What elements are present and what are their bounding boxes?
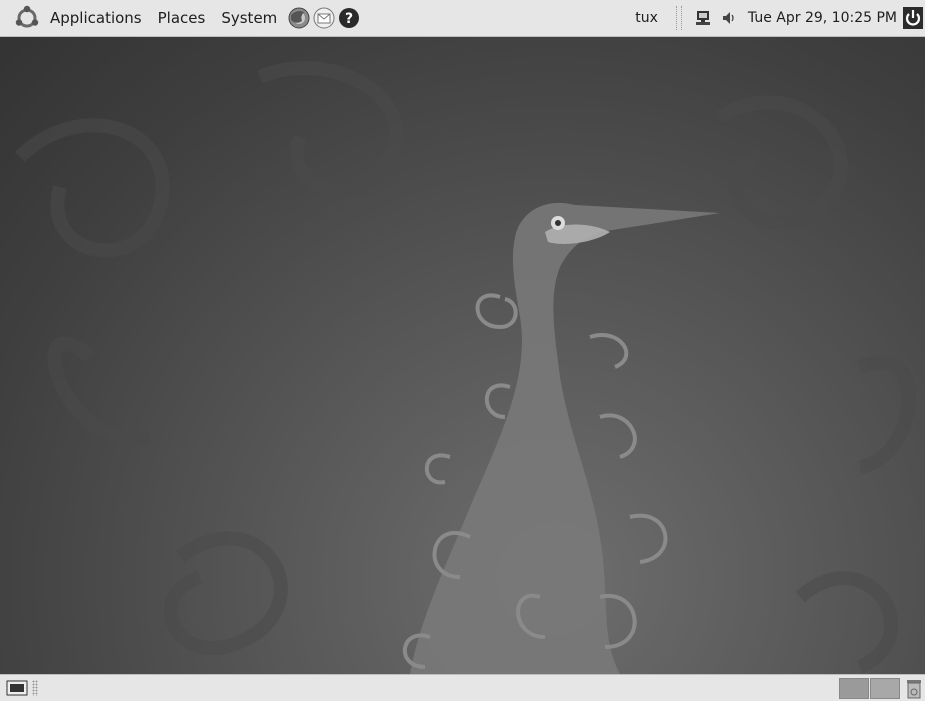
mail-icon[interactable] [313,7,335,29]
desktop-wallpaper[interactable] [0,37,925,674]
network-icon[interactable] [694,9,712,27]
system-menu[interactable]: System [213,0,285,37]
volume-icon[interactable] [720,9,738,27]
show-desktop-icon[interactable] [6,680,28,696]
help-icon[interactable]: ? [338,7,360,29]
top-panel: Applications Places System ? tux Tue Apr… [0,0,925,37]
svg-text:?: ? [345,11,353,27]
heron-wallpaper-art [15,61,916,674]
panel-handle[interactable] [32,680,38,696]
notification-area: tux Tue Apr 29, 10:25 PM [635,0,925,37]
trash-icon[interactable] [904,678,924,700]
user-name[interactable]: tux [635,10,668,26]
ubuntu-logo-icon[interactable] [12,3,42,33]
power-icon[interactable] [903,7,923,29]
clock[interactable]: Tue Apr 29, 10:25 PM [742,10,903,26]
workspace-2[interactable] [870,678,900,699]
web-browser-icon[interactable] [288,7,310,29]
workspace-1[interactable] [839,678,869,699]
panel-separator [675,6,682,30]
bottom-panel [0,674,925,701]
places-menu[interactable]: Places [150,0,214,37]
applications-menu[interactable]: Applications [42,0,150,37]
